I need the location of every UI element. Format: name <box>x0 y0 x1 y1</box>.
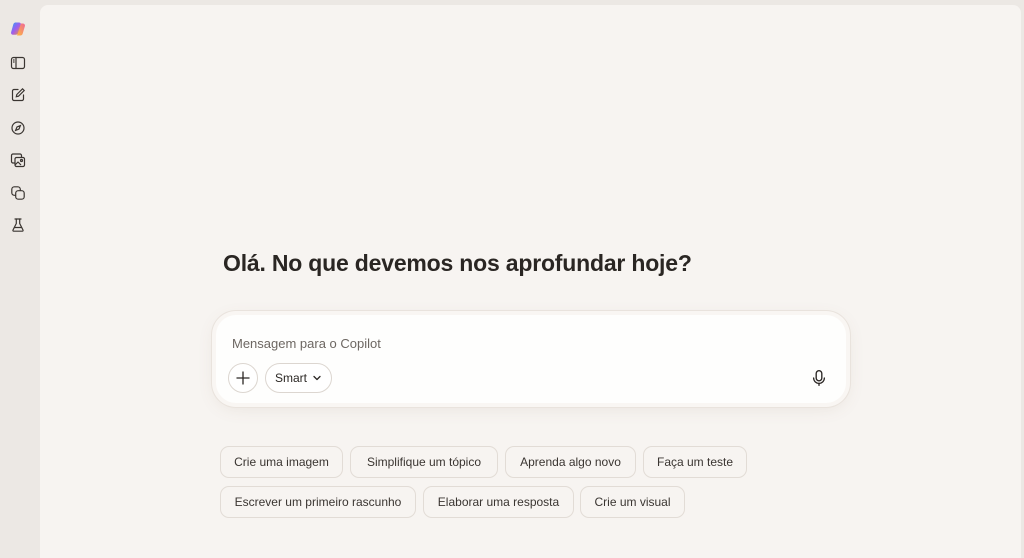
message-input[interactable] <box>232 333 792 353</box>
greeting-heading: Olá. No que devemos nos aprofundar hoje? <box>223 250 692 276</box>
new-chat-icon[interactable] <box>8 85 28 105</box>
sidebar <box>0 0 40 558</box>
suggestion-chip[interactable]: Elaborar uma resposta <box>423 486 574 518</box>
copilot-logo-icon[interactable] <box>8 19 28 39</box>
suggestion-chip[interactable]: Aprenda algo novo <box>505 446 636 478</box>
suggestion-chip[interactable]: Faça um teste <box>643 446 747 478</box>
plus-icon <box>236 371 250 385</box>
pages-copy-icon[interactable] <box>8 183 28 203</box>
sidebar-toggle-icon[interactable] <box>8 53 28 73</box>
microphone-icon <box>812 370 826 386</box>
image-gallery-icon[interactable] <box>8 150 28 170</box>
microphone-button[interactable] <box>808 367 830 389</box>
message-composer: Smart <box>216 315 846 403</box>
main-panel: Olá. No que devemos nos aprofundar hoje?… <box>40 5 1021 558</box>
discover-compass-icon[interactable] <box>8 118 28 138</box>
labs-flask-icon[interactable] <box>8 215 28 235</box>
suggestion-chip[interactable]: Crie uma imagem <box>220 446 343 478</box>
suggestion-chip[interactable]: Escrever um primeiro rascunho <box>220 486 416 518</box>
suggestion-chip[interactable]: Simplifique um tópico <box>350 446 498 478</box>
chevron-down-icon <box>313 375 321 381</box>
add-attachment-button[interactable] <box>228 363 258 393</box>
mode-selector-button[interactable]: Smart <box>265 363 332 393</box>
suggestion-chip[interactable]: Crie um visual <box>580 486 685 518</box>
mode-label: Smart <box>274 371 307 385</box>
